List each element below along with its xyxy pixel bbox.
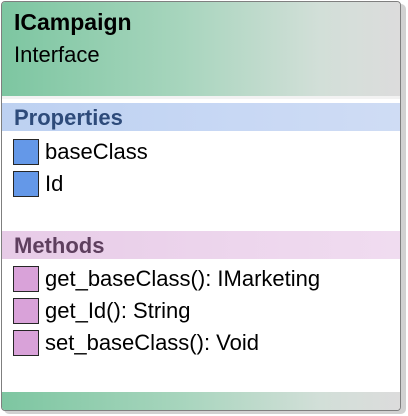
property-icon <box>13 139 39 165</box>
property-label: Id <box>45 171 64 196</box>
method-icon <box>13 330 39 356</box>
class-name: ICampaign <box>14 9 132 35</box>
property-icon <box>13 171 39 197</box>
properties-section-header[interactable]: Properties <box>2 103 400 131</box>
methods-title: Methods <box>14 233 105 258</box>
property-item[interactable]: baseClass <box>13 138 393 166</box>
property-label: baseClass <box>45 139 148 164</box>
method-icon <box>13 298 39 324</box>
class-stereotype: Interface <box>14 42 100 67</box>
method-label: get_baseClass(): IMarketing <box>45 266 321 291</box>
property-item[interactable]: Id <box>13 170 393 198</box>
method-label: get_Id(): String <box>45 298 191 323</box>
class-footer <box>2 392 400 410</box>
properties-title: Properties <box>14 105 123 130</box>
class-header: ICampaign Interface <box>2 2 400 96</box>
method-label: set_baseClass(): Void <box>45 330 259 355</box>
method-icon <box>13 266 39 292</box>
method-item[interactable]: set_baseClass(): Void <box>13 329 393 357</box>
methods-section-header[interactable]: Methods <box>2 231 400 259</box>
method-item[interactable]: get_Id(): String <box>13 297 393 325</box>
class-box[interactable]: ICampaign Interface Properties baseClass… <box>1 1 401 411</box>
method-item[interactable]: get_baseClass(): IMarketing <box>13 265 393 293</box>
header-divider <box>2 96 400 99</box>
